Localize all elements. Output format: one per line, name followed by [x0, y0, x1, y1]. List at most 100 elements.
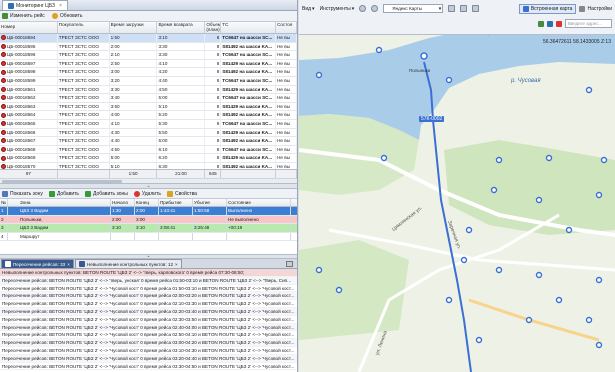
poi-marker[interactable] [595, 341, 603, 349]
horizontal-scrollbar[interactable] [0, 178, 297, 183]
message-item[interactable]: Пересечение рейсов: BETON ROUTE 'ЦБЗ 2' … [0, 292, 297, 301]
poi-marker[interactable] [475, 336, 483, 344]
col-load-time[interactable]: Время загрузки [110, 22, 158, 33]
message-item[interactable]: Пересечение рейсов: BETON ROUTE 'ЦБЗ 2' … [0, 331, 297, 340]
col-zone[interactable]: Зона [8, 199, 111, 206]
message-item[interactable]: Пересечение рейсов: BETON ROUTE 'ЦБЗ 2' … [0, 354, 297, 363]
delete-button[interactable]: Удалить [133, 190, 161, 197]
poi-marker[interactable] [535, 196, 543, 204]
tools-menu[interactable]: Инструменты ▾ [320, 6, 355, 12]
poi-marker[interactable] [375, 46, 383, 54]
map-canvas[interactable] [299, 0, 615, 372]
poi-marker[interactable] [585, 316, 593, 324]
table-row[interactable]: ЦБ-00018567 ТРЕСТ ЗСТС ООО 4:40 6:00 8 S81492… [0, 137, 297, 146]
poi-marker[interactable] [445, 76, 453, 84]
show-zone-button[interactable]: Показать зону [2, 190, 43, 197]
close-icon[interactable]: × [67, 262, 70, 267]
address-search-input[interactable]: Введите адрес... [565, 19, 612, 28]
table-row[interactable]: ЦБ-00018566 ТРЕСТ ЗСТС ООО 4:30 5:50 8 S81429… [0, 128, 297, 138]
message-item[interactable]: Пересечение рейсов: BETON ROUTE 'ЦБЗ 2' … [0, 323, 297, 332]
poi-marker[interactable] [545, 154, 553, 162]
poi-marker[interactable] [380, 154, 388, 162]
table-row[interactable]: ЦБ-00018594 ТРЕСТ ЗСТС ООО 1:50 3:10 8 ТС6647… [0, 34, 297, 43]
close-icon[interactable]: × [59, 3, 62, 9]
embedded-map-toggle[interactable]: Встроенная карта [518, 3, 577, 14]
col-departure[interactable]: Убытие [193, 199, 227, 206]
message-item[interactable]: Пересечение рейсов: BETON ROUTE 'ЦБЗ 2' … [0, 363, 297, 371]
col-start[interactable]: Начало [111, 199, 135, 206]
zone-row[interactable]: 3 ЦБЗ 3 Вадим 3:10 3:10 3:08:41 3:25:48 +00:19 [0, 224, 297, 233]
poi-marker[interactable] [460, 256, 468, 264]
table-row[interactable]: ЦБ-00018568 ТРЕСТ ЗСТС ООО 4:50 6:10 8 TC6647… [0, 145, 297, 155]
add-button[interactable]: Добавить [48, 190, 79, 197]
layers-icon[interactable] [371, 5, 379, 12]
table-row[interactable]: ЦБ-00018597 ТРЕСТ ЗСТС ООО 2:50 4:10 8 S81429… [0, 59, 297, 69]
poi-marker[interactable] [315, 71, 323, 79]
poi-marker[interactable] [595, 191, 603, 199]
message-item[interactable]: Пересечение рейсов: BETON ROUTE 'ЦБЗ 2' … [0, 339, 297, 347]
poi-marker[interactable] [315, 266, 323, 274]
col-zone-state[interactable]: Состояние [227, 199, 291, 206]
table-row[interactable]: ЦБ-00018563 ТРЕСТ ЗСТС ООО 3:50 5:10 8 S81429… [0, 102, 297, 112]
zoom-out-icon[interactable] [460, 5, 468, 12]
poi-marker[interactable] [565, 226, 573, 234]
add-zones-button[interactable]: Добавить зоны [85, 190, 128, 197]
table-row[interactable]: ЦБ-00018569 ТРЕСТ ЗСТС ООО 5:00 6:20 8 S81429… [0, 154, 297, 163]
poi-marker[interactable] [600, 156, 608, 164]
table-row[interactable]: ЦБ-00018599 ТРЕСТ ЗСТС ООО 3:20 4:40 8 TC6647… [0, 76, 297, 86]
poi-marker[interactable] [525, 316, 533, 324]
tab-missed-checkpoints[interactable]: Невыполнение контрольных пунктов: 12 × [74, 259, 182, 268]
message-item[interactable]: Пересечение рейсов: BETON ROUTE 'ЦБЗ 2' … [0, 276, 297, 285]
refresh-button[interactable]: Обновить [51, 13, 82, 19]
poi-marker[interactable] [555, 296, 563, 304]
table-row[interactable]: ЦБ-00018570 ТРЕСТ ЗСТС ООО 5:10 6:30 8 S81492… [0, 162, 297, 169]
col-buyer[interactable]: Покупатель [58, 22, 110, 33]
message-item[interactable]: Пересечение рейсов: BETON ROUTE 'ЦБЗ 2' … [0, 285, 297, 293]
tab-monitoring[interactable]: Мониторинг ЦБЗ × [2, 0, 68, 10]
poi-marker[interactable] [490, 186, 498, 194]
poi-marker[interactable] [495, 266, 503, 274]
view-menu[interactable]: Вид ▾ [302, 6, 315, 12]
zone-row[interactable]: 1 ЦБЗ 3 Вадим 1:30 2:00 1:43:41 1:50:58 Выполн… [0, 207, 297, 216]
table-row[interactable]: ЦБ-00018595 ТРЕСТ ЗСТС ООО 2:00 3:30 8 S81492… [0, 42, 297, 52]
ruler-icon[interactable] [472, 5, 480, 12]
scroll-thumb[interactable] [2, 180, 122, 183]
col-arrival[interactable]: Прибытие [159, 199, 193, 206]
save-icon[interactable] [538, 20, 544, 27]
zoom-in-icon[interactable] [448, 5, 456, 12]
message-item[interactable]: Пересечение рейсов: BETON ROUTE 'ЦБЗ 2' … [0, 307, 297, 316]
zone-row[interactable]: 4 Маршрут [0, 232, 297, 241]
message-item[interactable]: Пересечение рейсов: BETON ROUTE 'ЦБЗ 2' … [0, 347, 297, 355]
layer-icon[interactable] [547, 20, 553, 27]
zone-row[interactable]: 2 Полыньки, 2:00 3:00 Не выполнено [0, 215, 297, 224]
close-icon[interactable]: × [175, 262, 178, 267]
table-row[interactable]: ЦБ-00018596 ТРЕСТ ЗСТС ООО 2:10 3:30 8 TC6647… [0, 51, 297, 60]
table-row[interactable]: ЦБ-00018565 ТРЕСТ ЗСТС ООО 4:10 5:30 8 TC6647… [0, 119, 297, 129]
table-row[interactable]: ЦБ-00018598 ТРЕСТ ЗСТС ООО 3:00 4:20 8 S81492… [0, 68, 297, 77]
poi-marker[interactable] [585, 86, 593, 94]
change-trip-button[interactable]: Изменить рейс [2, 13, 45, 19]
poi-marker[interactable] [535, 271, 543, 279]
marker-icon[interactable] [556, 20, 562, 27]
message-item[interactable]: Пересечение рейсов: BETON ROUTE 'ЦБЗ 2' … [0, 316, 297, 324]
table-row[interactable]: ЦБ-00018561 ТРЕСТ ЗСТС ООО 3:30 4:50 8 S81429… [0, 85, 297, 95]
poi-marker[interactable] [595, 276, 603, 284]
poi-marker[interactable] [465, 226, 473, 234]
print-icon[interactable] [286, 261, 293, 267]
col-state[interactable]: Состоя [276, 22, 298, 33]
globe-icon[interactable] [359, 5, 367, 12]
col-return-time[interactable]: Время возврата [157, 22, 206, 33]
col-number[interactable]: Номер [0, 22, 58, 33]
poi-marker[interactable] [445, 296, 453, 304]
message-item[interactable]: Пересечение рейсов: BETON ROUTE 'ЦБЗ 2' … [0, 300, 297, 308]
message-item[interactable]: Невыполнение контрольных пунктов: BETON … [0, 269, 297, 277]
table-row[interactable]: ЦБ-00018562 ТРЕСТ ЗСТС ООО 3:40 5:00 8 TC6647… [0, 94, 297, 103]
tab-trip-overlaps[interactable]: Пересечение рейсов: 33 × [1, 259, 74, 268]
col-zone-n[interactable]: № [0, 199, 8, 206]
properties-button[interactable]: Свойства [167, 190, 197, 197]
table-row[interactable]: ЦБ-00018564 ТРЕСТ ЗСТС ООО 4:00 5:20 8 S81492… [0, 111, 297, 120]
col-end[interactable]: Конец [135, 199, 159, 206]
col-volume[interactable]: Объем (план) [205, 22, 222, 33]
route-start-marker[interactable] [420, 52, 428, 60]
map-provider-select[interactable]: Яндекс Карты [383, 4, 444, 13]
